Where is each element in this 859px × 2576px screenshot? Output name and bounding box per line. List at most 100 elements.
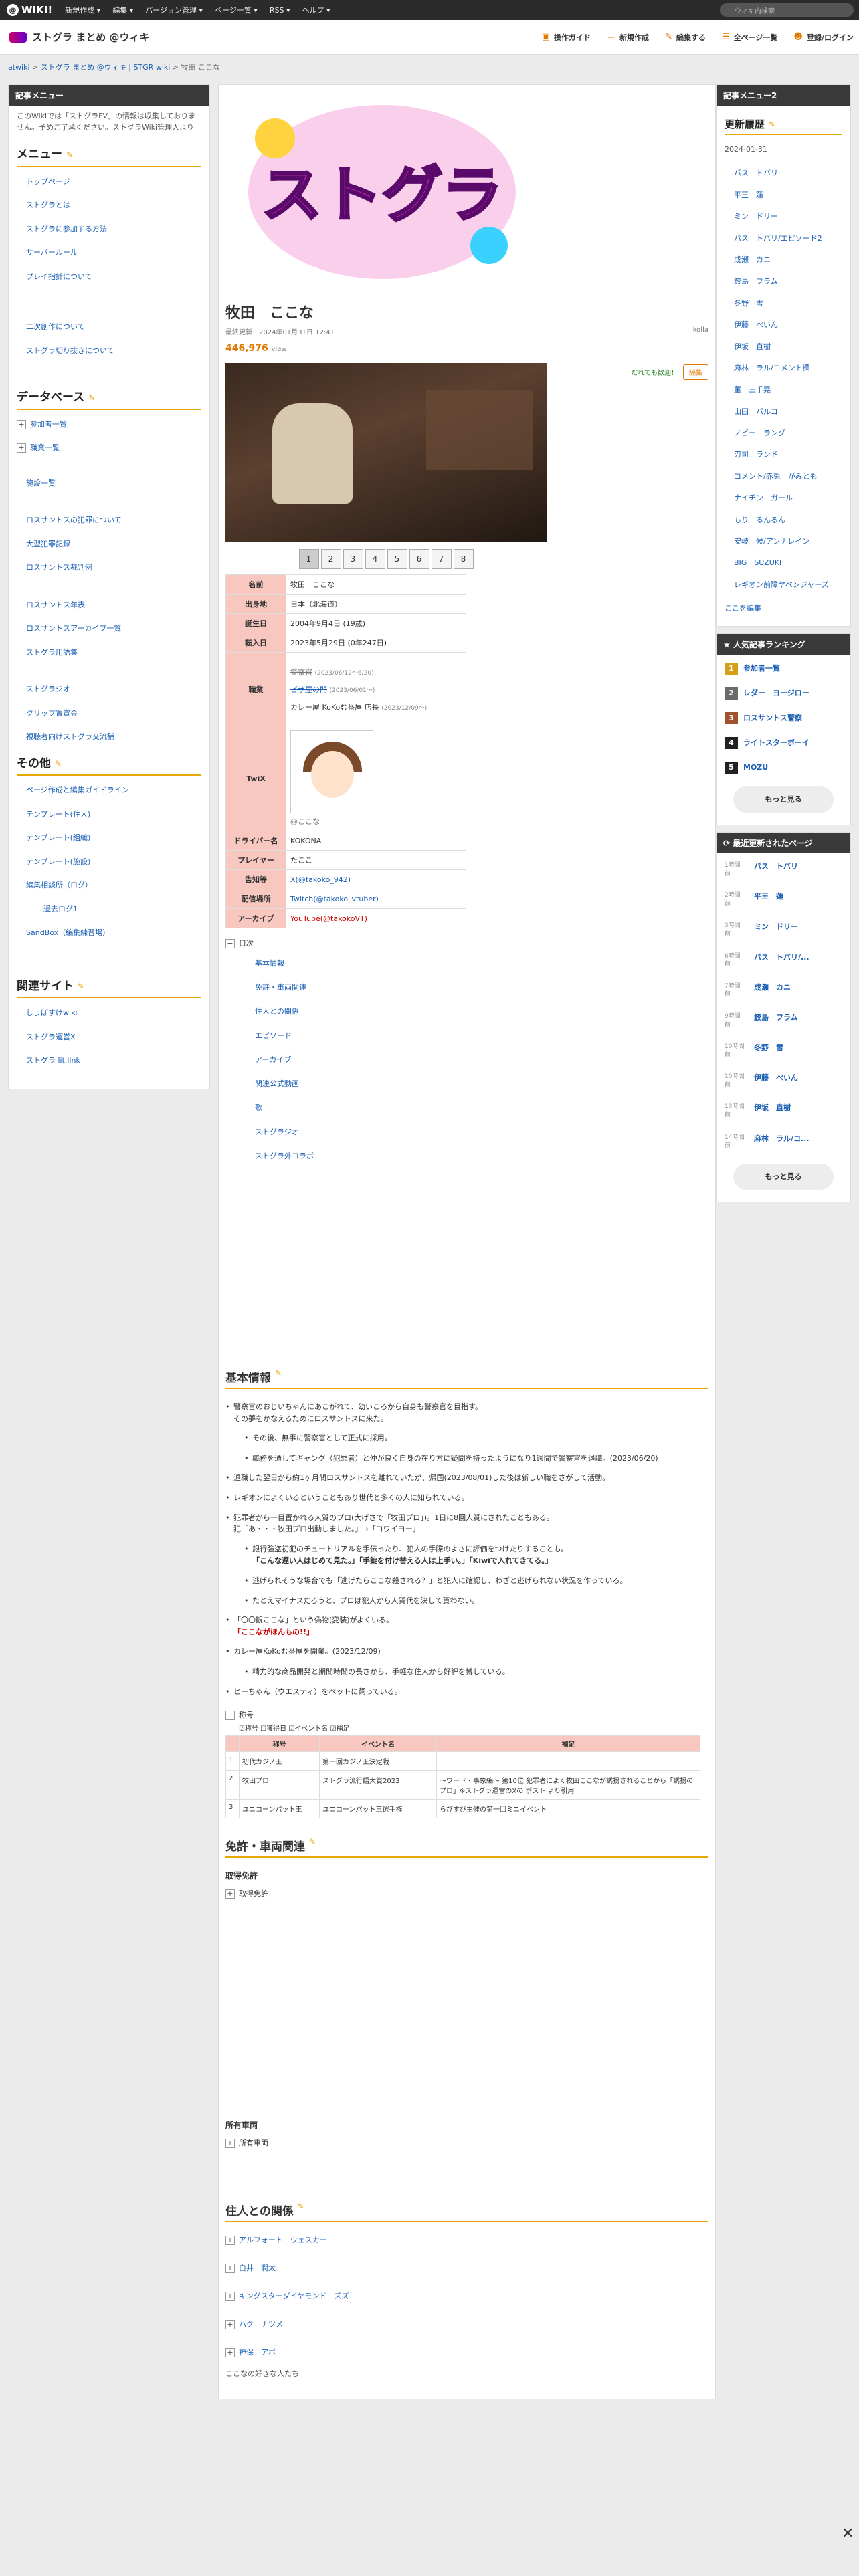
history-item[interactable]: 伊藤 ぺいん bbox=[734, 320, 842, 330]
link-top[interactable]: トップページ bbox=[26, 177, 201, 188]
link-bigcrime[interactable]: 大型犯罪記録 bbox=[26, 539, 201, 550]
menu-version[interactable]: バージョン管理 ▾ bbox=[139, 5, 209, 15]
link-fanwork[interactable]: 二次創作について bbox=[26, 322, 201, 333]
filter-date[interactable]: ☐獲得日 bbox=[260, 1725, 286, 1733]
recent-item[interactable]: 9時間前 鮫島 フラム bbox=[725, 1012, 842, 1029]
page-6[interactable]: 6 bbox=[409, 549, 430, 569]
toc-item[interactable]: ストグラ外コラボ bbox=[255, 1150, 708, 1161]
history-item[interactable]: ノビー ラング bbox=[734, 428, 842, 438]
license-fold[interactable]: + 取得免許 bbox=[225, 1888, 708, 1899]
link-guide[interactable]: ページ作成と編集ガイドライン bbox=[26, 785, 201, 796]
link-join[interactable]: ストグラに参加する方法 bbox=[26, 224, 201, 235]
recent-item[interactable]: 10時間前 伊藤 ぺいん bbox=[725, 1073, 842, 1089]
wiki-search-input[interactable]: ウィキ内検索 bbox=[720, 3, 854, 17]
history-item[interactable]: レギオン前障ヤベンジャーズ bbox=[734, 580, 842, 590]
history-item[interactable]: 冬野 雪 bbox=[734, 298, 842, 308]
page-2[interactable]: 2 bbox=[320, 549, 341, 569]
toc-item[interactable]: アーカイブ bbox=[255, 1054, 708, 1065]
toc-item[interactable]: 基本情報 bbox=[255, 958, 708, 968]
link-tpl-resident[interactable]: テンプレート(住人) bbox=[26, 809, 201, 821]
rank-item[interactable]: 5 MOZU bbox=[725, 761, 842, 774]
link-radio[interactable]: ストグラジオ bbox=[26, 684, 201, 695]
recent-item[interactable]: 7時間前 成瀬 カニ bbox=[725, 982, 842, 999]
toc-item[interactable]: 歌 bbox=[255, 1102, 708, 1113]
history-item[interactable]: 成瀬 カニ bbox=[734, 255, 842, 265]
filter-title[interactable]: ☑称号 bbox=[239, 1725, 258, 1733]
filter-event[interactable]: ☑イベント名 bbox=[288, 1725, 328, 1733]
history-item[interactable]: 平王 蓮 bbox=[734, 190, 842, 200]
recent-item[interactable]: 13時間前 伊坂 直樹 bbox=[725, 1103, 842, 1119]
youtube-link[interactable]: YouTube(@takokoVT) bbox=[290, 914, 367, 923]
recent-item[interactable]: 10時間前 冬野 雪 bbox=[725, 1043, 842, 1059]
page-1[interactable]: 1 bbox=[298, 549, 319, 569]
new-page-button[interactable]: ＋新規作成 bbox=[607, 31, 649, 44]
guide-button[interactable]: ▣ 操作ガイド bbox=[542, 31, 591, 43]
link-sandbox[interactable]: SandBox（編集練習場） bbox=[26, 928, 201, 939]
link-archive[interactable]: ロスサントスアーカイブ一覧 bbox=[26, 623, 201, 635]
page-5[interactable]: 5 bbox=[387, 549, 407, 569]
filter-note[interactable]: ☑補足 bbox=[330, 1725, 349, 1733]
link-trials[interactable]: ロスサントス裁判例 bbox=[26, 562, 201, 574]
history-item[interactable]: 麻林 ラル/コメント欄 bbox=[734, 363, 842, 373]
character-photo[interactable] bbox=[225, 363, 547, 542]
recent-item[interactable]: 2時間前 平王 蓮 bbox=[725, 891, 842, 908]
page-3[interactable]: 3 bbox=[343, 549, 363, 569]
atwiki-logo[interactable]: @ WIKI! bbox=[0, 4, 59, 16]
link-shoboske[interactable]: しょぼすけwiki bbox=[26, 1008, 201, 1019]
login-button[interactable]: ☻ 登録/ログイン bbox=[793, 31, 854, 43]
menu-rss[interactable]: RSS ▾ bbox=[264, 6, 296, 15]
relation-item[interactable]: + キングスターダイヤモンド ズズ bbox=[225, 2290, 708, 2302]
twitch-link[interactable]: Twitch(@takoko_vtuber) bbox=[290, 895, 379, 903]
link-viewer[interactable]: 視聴者向けストグラ交流舗 bbox=[26, 732, 201, 743]
site-title[interactable]: ストグラ まとめ @ウィキ bbox=[0, 30, 149, 44]
x-link[interactable]: X(@takoko_942) bbox=[290, 875, 351, 884]
toc-item[interactable]: 関連公式動画 bbox=[255, 1078, 708, 1089]
toc-item[interactable]: 住人との関係 bbox=[255, 1006, 708, 1016]
link-clips[interactable]: ストグラ切り抜きについて bbox=[26, 346, 201, 357]
rank-item[interactable]: 1 参加者一覧 bbox=[725, 662, 842, 675]
menu-pagelist[interactable]: ページ一覧 ▾ bbox=[209, 5, 264, 15]
page-7[interactable]: 7 bbox=[431, 549, 452, 569]
close-icon[interactable]: ✕ bbox=[842, 2525, 854, 2542]
history-item[interactable]: BIG SUZUKI bbox=[734, 558, 842, 568]
crumb-site[interactable]: ストグラ まとめ @ウィキ | STGR wiki bbox=[41, 63, 171, 72]
link-oldlog[interactable]: 過去ログ1 bbox=[43, 904, 201, 916]
link-glossary[interactable]: ストグラ用語集 bbox=[26, 647, 201, 659]
article-edit-button[interactable]: 編集 bbox=[683, 364, 708, 380]
history-item[interactable]: 菫 三千晃 bbox=[734, 385, 842, 395]
title-fold[interactable]: − 称号 bbox=[225, 1709, 708, 1721]
link-clip-award[interactable]: クリップ置賞会 bbox=[26, 708, 201, 720]
toc-item[interactable]: エピソード bbox=[255, 1030, 708, 1041]
recent-item[interactable]: 6時間前 パス トバリ/... bbox=[725, 952, 842, 969]
history-item[interactable]: もり るんるん bbox=[734, 515, 842, 525]
menu-edit[interactable]: 編集 ▾ bbox=[106, 5, 139, 15]
menu-new[interactable]: 新規作成 ▾ bbox=[59, 5, 106, 15]
history-item[interactable]: コメント/赤兎 がみとも bbox=[734, 471, 842, 481]
menu-help[interactable]: ヘルプ ▾ bbox=[296, 5, 337, 15]
link-tpl-facility[interactable]: テンプレート(施設) bbox=[26, 857, 201, 868]
history-item[interactable]: ナイチン ガール bbox=[734, 493, 842, 503]
link-litlink[interactable]: ストグラ lit.link bbox=[26, 1055, 201, 1067]
rank-item[interactable]: 2 レダー ヨージロー bbox=[725, 687, 842, 700]
history-item[interactable]: パス トバリ bbox=[734, 168, 842, 178]
recent-item[interactable]: 3時間前 ミン ドリー bbox=[725, 922, 842, 938]
relation-item[interactable]: + 神保 アポ bbox=[225, 2347, 708, 2358]
link-about[interactable]: ストグラとは bbox=[26, 200, 201, 211]
relation-item[interactable]: + アルフォート ウェスカー bbox=[225, 2234, 708, 2246]
history-item[interactable]: ミン ドリー bbox=[734, 211, 842, 221]
all-pages-button[interactable]: ☰ 全ページ一覧 bbox=[722, 31, 777, 43]
link-tpl-org[interactable]: テンプレート(組織) bbox=[26, 833, 201, 844]
db-jobs[interactable]: + 職業一覧 bbox=[17, 443, 201, 454]
history-item[interactable]: パス トバリ/エピソード2 bbox=[734, 233, 842, 243]
ranking-more-button[interactable]: もっと見る bbox=[733, 786, 834, 813]
history-item[interactable]: 刃司 ランド bbox=[734, 449, 842, 459]
link-timeline[interactable]: ロスサントス年表 bbox=[26, 600, 201, 611]
toc-item[interactable]: ストグラジオ bbox=[255, 1126, 708, 1137]
history-item[interactable]: 山田 パルコ bbox=[734, 407, 842, 417]
page-4[interactable]: 4 bbox=[365, 549, 385, 569]
link-staff-x[interactable]: ストグラ運営X bbox=[26, 1032, 201, 1043]
author[interactable]: kolla bbox=[693, 326, 708, 336]
link-rules[interactable]: サーバールール bbox=[26, 247, 201, 259]
link-facilities[interactable]: 施設一覧 bbox=[26, 478, 201, 490]
relation-item[interactable]: + ハク ナツメ bbox=[225, 2319, 708, 2330]
